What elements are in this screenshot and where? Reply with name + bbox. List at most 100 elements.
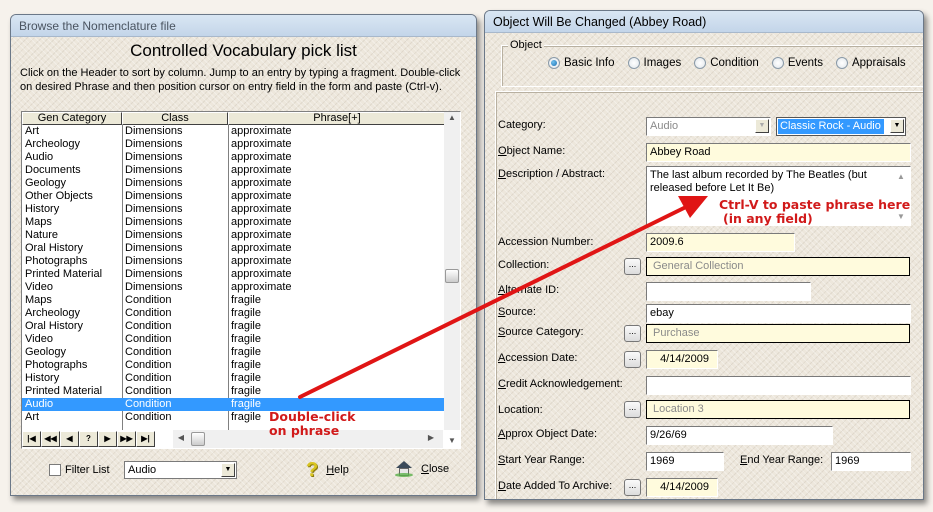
scroll-left-icon[interactable]: ◀ bbox=[173, 433, 189, 442]
table-row[interactable]: Video Dimensions approximate bbox=[22, 281, 446, 294]
gen-category-cell[interactable]: Audio bbox=[22, 151, 122, 164]
help-button[interactable]: ? Help bbox=[306, 460, 349, 480]
table-row[interactable]: Maps Condition fragile bbox=[22, 294, 446, 307]
gen-category-cell[interactable]: Printed Material bbox=[22, 385, 122, 398]
class-cell[interactable]: Dimensions bbox=[122, 203, 228, 216]
phrase-cell[interactable]: approximate bbox=[228, 190, 446, 203]
gen-category-cell[interactable]: Nature bbox=[22, 229, 122, 242]
date-added-picker-button[interactable]: ... bbox=[624, 479, 641, 496]
gen-category-cell[interactable]: Audio bbox=[22, 398, 122, 411]
radio-events[interactable]: Events bbox=[771, 57, 823, 69]
table-row[interactable]: Documents Dimensions approximate bbox=[22, 164, 446, 177]
class-cell[interactable]: Dimensions bbox=[122, 164, 228, 177]
phrase-cell[interactable]: fragile bbox=[228, 359, 446, 372]
gen-category-cell[interactable]: Maps bbox=[22, 216, 122, 229]
table-row[interactable]: Oral History Dimensions approximate bbox=[22, 242, 446, 255]
gen-category-cell[interactable]: Oral History bbox=[22, 242, 122, 255]
chevron-down-icon[interactable]: ▼ bbox=[890, 119, 904, 133]
date-added-input[interactable]: 4/14/2009 bbox=[646, 478, 718, 497]
table-row[interactable]: Maps Dimensions approximate bbox=[22, 216, 446, 229]
scroll-up-icon[interactable]: ▲ bbox=[444, 113, 460, 122]
radio-button-icon[interactable] bbox=[627, 57, 640, 69]
class-cell[interactable]: Condition bbox=[122, 346, 228, 359]
table-row[interactable]: Oral History Condition fragile bbox=[22, 320, 446, 333]
table-row[interactable]: Printed Material Condition fragile bbox=[22, 385, 446, 398]
class-cell[interactable]: Condition bbox=[122, 398, 228, 411]
class-cell[interactable]: Dimensions bbox=[122, 151, 228, 164]
chevron-down-icon[interactable]: ▼ bbox=[755, 119, 769, 133]
filter-list-checkbox[interactable] bbox=[49, 464, 61, 476]
class-cell[interactable]: Condition bbox=[122, 411, 228, 424]
phrase-cell[interactable]: approximate bbox=[228, 216, 446, 229]
radio-basic-info[interactable]: Basic Info bbox=[548, 57, 615, 69]
gen-category-cell[interactable]: Video bbox=[22, 333, 122, 346]
class-cell[interactable]: Dimensions bbox=[122, 138, 228, 151]
table-row[interactable]: Photographs Condition fragile bbox=[22, 359, 446, 372]
gen-category-cell[interactable]: Art bbox=[22, 125, 122, 138]
column-header-class[interactable]: Class bbox=[122, 112, 228, 125]
subcategory-select[interactable]: Classic Rock - Audio ▼ bbox=[776, 117, 906, 136]
phrase-cell[interactable]: fragile bbox=[228, 294, 446, 307]
gen-category-cell[interactable]: Geology bbox=[22, 177, 122, 190]
alternate-id-input[interactable] bbox=[646, 282, 811, 301]
radio-button-icon[interactable] bbox=[548, 57, 560, 69]
accession-date-picker-button[interactable]: ... bbox=[624, 351, 641, 368]
location-picker-button[interactable]: ... bbox=[624, 401, 641, 418]
start-year-input[interactable]: 1969 bbox=[646, 452, 724, 471]
phrase-cell[interactable]: fragile bbox=[228, 320, 446, 333]
table-row[interactable]: Audio Dimensions approximate bbox=[22, 151, 446, 164]
phrase-cell[interactable]: fragile bbox=[228, 346, 446, 359]
class-cell[interactable]: Condition bbox=[122, 385, 228, 398]
table-row[interactable]: Other Objects Dimensions approximate bbox=[22, 190, 446, 203]
category-select[interactable]: Audio ▼ bbox=[646, 117, 771, 136]
phrase-cell[interactable]: fragile bbox=[228, 307, 446, 320]
phrase-cell[interactable]: fragile bbox=[228, 372, 446, 385]
phrase-cell[interactable]: approximate bbox=[228, 138, 446, 151]
gen-category-cell[interactable]: Documents bbox=[22, 164, 122, 177]
gen-category-cell[interactable]: History bbox=[22, 372, 122, 385]
class-cell[interactable]: Dimensions bbox=[122, 177, 228, 190]
nav-first-button[interactable]: |◀ bbox=[22, 431, 41, 447]
accession-date-input[interactable]: 4/14/2009 bbox=[646, 350, 718, 369]
radio-button-icon[interactable] bbox=[694, 57, 707, 69]
gen-category-cell[interactable]: Printed Material bbox=[22, 268, 122, 281]
table-row[interactable]: Video Condition fragile bbox=[22, 333, 446, 346]
column-header-phrase[interactable]: Phrase[+] bbox=[228, 112, 446, 125]
vertical-scroll-thumb[interactable] bbox=[445, 269, 459, 283]
approx-date-input[interactable]: 9/26/69 bbox=[646, 426, 833, 445]
radio-images[interactable]: Images bbox=[627, 57, 681, 69]
table-row[interactable]: Archeology Dimensions approximate bbox=[22, 138, 446, 151]
horizontal-scroll-thumb[interactable] bbox=[191, 432, 205, 446]
class-cell[interactable]: Dimensions bbox=[122, 268, 228, 281]
phrase-cell[interactable]: approximate bbox=[228, 255, 446, 268]
phrase-cell[interactable]: approximate bbox=[228, 281, 446, 294]
chevron-down-icon[interactable]: ▼ bbox=[221, 463, 235, 477]
table-row[interactable]: Art Condition fragile bbox=[22, 411, 446, 424]
class-cell[interactable]: Condition bbox=[122, 307, 228, 320]
collection-picker-button[interactable]: ... bbox=[624, 258, 641, 275]
source-category-picker-button[interactable]: ... bbox=[624, 325, 641, 342]
class-cell[interactable]: Condition bbox=[122, 294, 228, 307]
gen-category-cell[interactable]: Oral History bbox=[22, 320, 122, 333]
nav-prev-button[interactable]: ◀ bbox=[60, 431, 79, 447]
gen-category-cell[interactable]: Video bbox=[22, 281, 122, 294]
class-cell[interactable]: Condition bbox=[122, 359, 228, 372]
vertical-scrollbar[interactable]: ▲ bbox=[444, 112, 460, 430]
radio-condition[interactable]: Condition bbox=[694, 57, 759, 69]
nav-next-page-button[interactable]: ▶▶ bbox=[117, 431, 136, 447]
phrase-cell[interactable]: approximate bbox=[228, 125, 446, 138]
table-row[interactable]: Geology Dimensions approximate bbox=[22, 177, 446, 190]
table-row[interactable]: Nature Dimensions approximate bbox=[22, 229, 446, 242]
table-row[interactable]: Printed Material Dimensions approximate bbox=[22, 268, 446, 281]
gen-category-cell[interactable]: Geology bbox=[22, 346, 122, 359]
column-header-gen-category[interactable]: Gen Category bbox=[22, 112, 122, 125]
radio-button-icon[interactable] bbox=[835, 57, 848, 69]
nav-help-button[interactable]: ? bbox=[79, 431, 98, 447]
gen-category-cell[interactable]: Maps bbox=[22, 294, 122, 307]
class-cell[interactable]: Condition bbox=[122, 333, 228, 346]
scroll-right-icon[interactable]: ▶ bbox=[423, 433, 439, 442]
phrase-cell[interactable]: approximate bbox=[228, 242, 446, 255]
phrase-cell[interactable]: approximate bbox=[228, 203, 446, 216]
nav-next-button[interactable]: ▶ bbox=[98, 431, 117, 447]
table-row[interactable]: Archeology Condition fragile bbox=[22, 307, 446, 320]
